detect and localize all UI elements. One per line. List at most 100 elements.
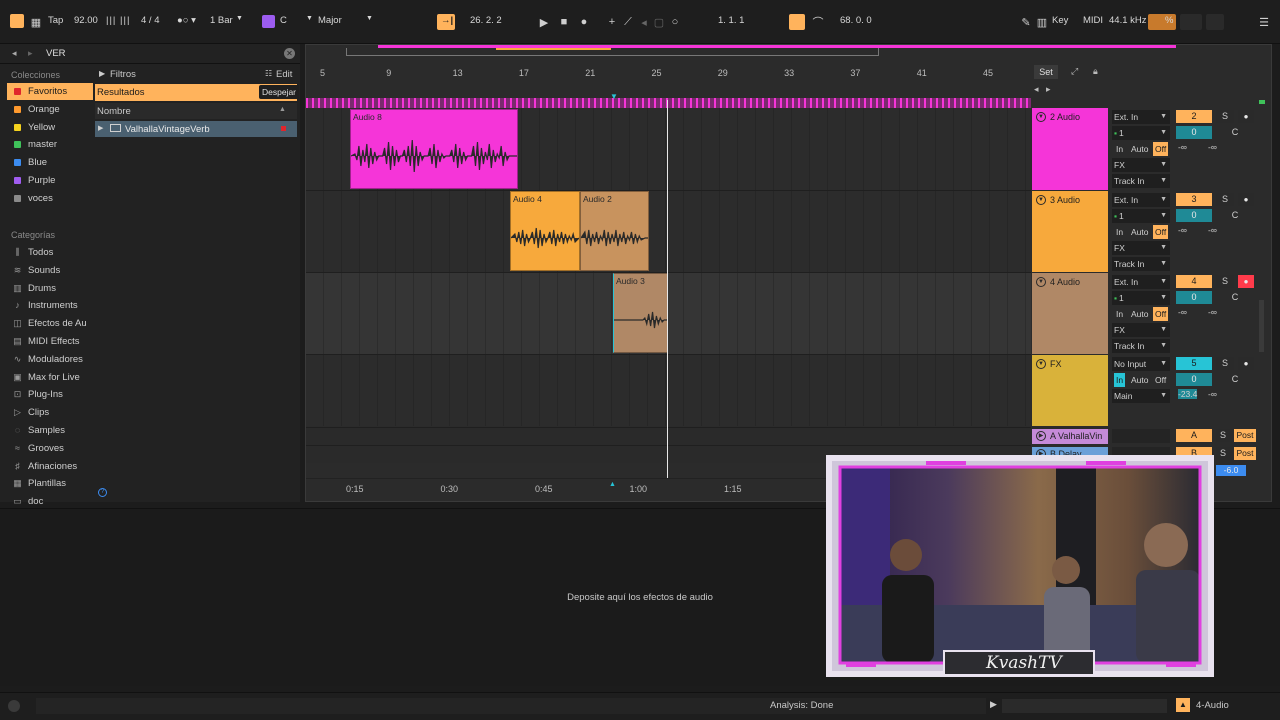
tap-button[interactable]: Tap — [48, 15, 63, 26]
track-header[interactable]: ▼ 3 Audio — [1032, 191, 1108, 272]
collection-item[interactable]: voces — [7, 190, 93, 207]
output-channel-select[interactable]: Track In ▼ — [1112, 257, 1170, 271]
filters-label[interactable]: Filtros — [110, 69, 136, 80]
send-a-value[interactable]: -∞ — [1178, 307, 1187, 317]
lock-icon[interactable]: 🔒︎ — [1093, 66, 1098, 77]
edit-button[interactable]: Edit — [276, 69, 292, 80]
track-header[interactable]: ▼ FX — [1032, 355, 1108, 426]
overview-scroller[interactable] — [1002, 699, 1167, 713]
return-io-slot[interactable] — [1112, 429, 1170, 443]
monitor-auto-button[interactable]: Auto — [1129, 373, 1151, 387]
category-item[interactable]: ◌ Samples — [7, 422, 93, 439]
key-root-select[interactable]: C — [280, 15, 287, 26]
category-item[interactable]: ♪ Instruments — [7, 297, 93, 314]
track-lane[interactable] — [306, 190, 1031, 272]
category-item[interactable]: ▣ Max for Live — [7, 369, 93, 386]
category-item[interactable]: ▤ MIDI Effects — [7, 333, 93, 350]
solo-button[interactable]: S — [1216, 193, 1234, 206]
loop-start-field[interactable]: 1. 1. 1 — [718, 15, 744, 26]
category-item[interactable]: ≋ Sounds — [7, 262, 93, 279]
track-name[interactable]: FX — [1050, 359, 1062, 369]
audio-clip[interactable]: Audio 4 — [510, 191, 580, 271]
session-record-icon[interactable]: ○ — [667, 14, 683, 30]
result-row[interactable]: ▶ ValhallaVintageVerb — [95, 121, 297, 137]
forward-icon[interactable]: ▸ — [28, 48, 33, 59]
volume-field[interactable]: 0 — [1176, 291, 1212, 304]
quantize-menu[interactable]: 1 Bar — [210, 15, 233, 26]
overview-strip[interactable] — [306, 45, 1271, 57]
monitor-off-button[interactable]: Off — [1153, 373, 1168, 387]
solo-button[interactable]: S — [1216, 110, 1234, 123]
input-channel-select[interactable]: ▪ 1 ▼ — [1112, 209, 1170, 223]
automation-arm-icon[interactable]: ⟋ — [620, 14, 636, 30]
collection-item[interactable]: Orange — [7, 101, 93, 118]
loop-length-field[interactable]: 68. 0. 0 — [840, 15, 872, 26]
punch-icon[interactable]: ⌒ — [810, 14, 826, 30]
pan-field[interactable]: C — [1216, 373, 1254, 386]
draw-mode-icon[interactable]: ✎ — [1018, 14, 1034, 30]
song-position-field[interactable]: 26. 2. 2 — [470, 15, 502, 26]
pan-field[interactable]: C — [1216, 126, 1254, 139]
overview-viewport[interactable] — [346, 48, 879, 56]
volume-field[interactable]: 0 — [1176, 126, 1212, 139]
app-menu-icon[interactable] — [10, 14, 24, 28]
monitor-in-button[interactable]: In — [1114, 373, 1126, 387]
track-header[interactable]: ▼ 2 Audio — [1032, 108, 1108, 190]
return-activator-button[interactable]: A — [1176, 429, 1212, 442]
monitor-off-button[interactable]: Off — [1153, 142, 1169, 156]
scale-mode-icon[interactable] — [262, 15, 275, 28]
track-activator-button[interactable]: 3 — [1176, 193, 1212, 206]
help-icon[interactable]: ? — [98, 488, 107, 497]
return-track-header[interactable]: ▶ A ValhallaVin — [1032, 429, 1108, 444]
send-b-value[interactable]: -∞ — [1208, 142, 1217, 152]
collection-item[interactable]: master — [7, 136, 93, 153]
locator-next-icon[interactable]: ▸ — [1046, 84, 1051, 95]
edit-icon[interactable]: ☷ — [265, 69, 272, 78]
audio-to-select[interactable]: FX ▼ — [1112, 323, 1170, 337]
name-column-header[interactable]: Nombre ▲ — [95, 103, 297, 119]
fold-icon[interactable]: ▼ — [1036, 359, 1046, 369]
search-input[interactable]: VER — [46, 48, 66, 59]
arm-record-icon[interactable]: ● — [1238, 193, 1254, 206]
arm-record-icon[interactable]: ● — [1238, 357, 1254, 370]
expand-icon[interactable]: ⤢ — [1071, 66, 1078, 77]
track-activator-button[interactable]: 2 — [1176, 110, 1212, 123]
track-header[interactable]: ▼ 4 Audio — [1032, 273, 1108, 354]
start-marker-icon[interactable]: ▼ — [610, 92, 618, 101]
category-item[interactable]: ▥ Drums — [7, 280, 93, 297]
solo-button[interactable]: S — [1216, 275, 1234, 288]
tempo-field[interactable]: 92.00 — [74, 15, 98, 26]
category-item[interactable]: ♯ Afinaciones — [7, 458, 93, 475]
monitor-auto-button[interactable]: Auto — [1129, 225, 1151, 239]
sort-up-icon[interactable]: ▲ — [279, 106, 286, 113]
set-button[interactable]: Set — [1034, 65, 1058, 79]
send-b-value[interactable]: -∞ — [1208, 389, 1217, 399]
volume-field[interactable]: 0 — [1176, 373, 1212, 386]
monitor-off-button[interactable]: Off — [1153, 225, 1169, 239]
input-type-select[interactable]: Ext. In ▼ — [1112, 193, 1170, 207]
collection-item[interactable]: Purple — [7, 172, 93, 189]
time-signature-field[interactable]: 4 / 4 — [141, 15, 160, 26]
metronome-toggle-icon[interactable]: ●○ ▾ — [177, 15, 196, 26]
metronome-icon[interactable]: ▦ — [28, 14, 44, 30]
send-b-value[interactable]: -∞ — [1208, 307, 1217, 317]
category-item[interactable]: ▷ Clips — [7, 404, 93, 421]
audio-clip[interactable]: Audio 2 — [580, 191, 649, 271]
category-item[interactable]: ⫼ Todos — [7, 244, 93, 261]
solo-button[interactable]: S — [1216, 429, 1230, 442]
monitor-in-button[interactable]: In — [1114, 142, 1125, 156]
clear-search-icon[interactable]: ✕ — [284, 48, 295, 59]
input-channel-select[interactable]: ▪ 1 ▼ — [1112, 126, 1170, 140]
pan-field[interactable]: C — [1216, 291, 1254, 304]
collection-item[interactable]: Yellow — [7, 119, 93, 136]
monitor-in-button[interactable]: In — [1114, 225, 1125, 239]
solo-button[interactable]: S — [1216, 357, 1234, 370]
capture-icon[interactable]: ▢ — [651, 14, 667, 30]
fold-icon[interactable]: ▶ — [1036, 431, 1046, 441]
menu-icon[interactable]: ☰ — [1256, 14, 1272, 30]
scale-select[interactable]: Major — [318, 15, 342, 26]
locator-prev-icon[interactable]: ◂ — [1034, 84, 1039, 95]
fold-icon[interactable]: ▼ — [1036, 112, 1046, 122]
send-a-value[interactable]: -∞ — [1178, 225, 1187, 235]
collection-item[interactable]: Favoritos — [7, 83, 93, 100]
